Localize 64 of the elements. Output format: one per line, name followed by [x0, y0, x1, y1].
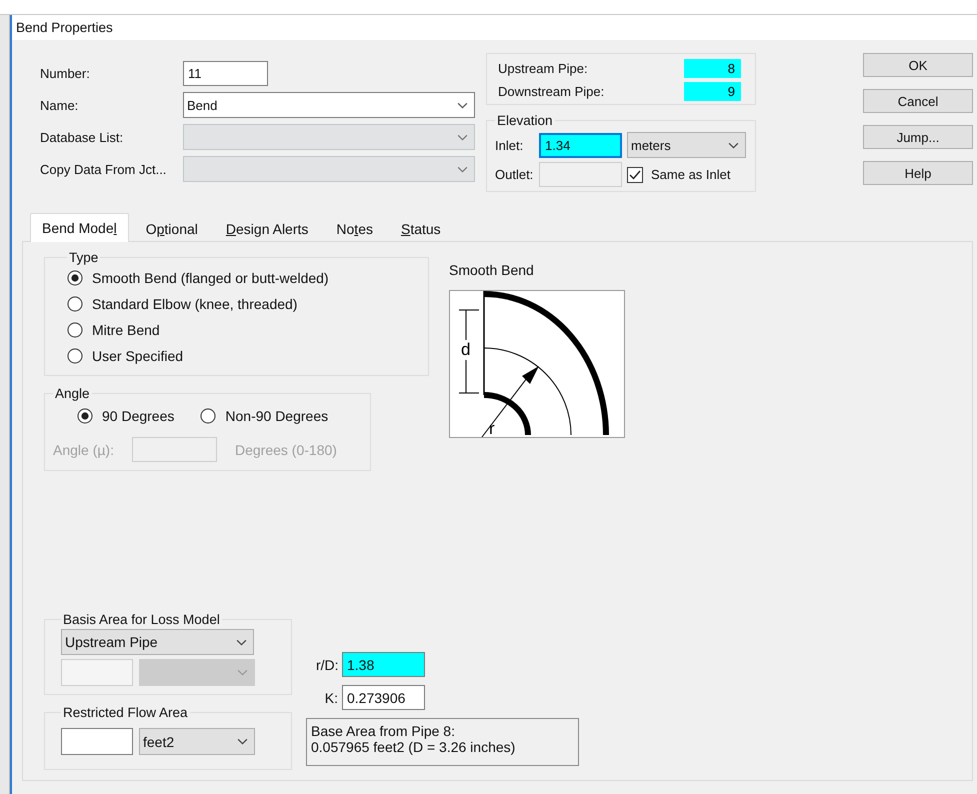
tab[interactable]: Status — [390, 217, 452, 241]
chevron-icon — [457, 166, 468, 172]
dialog-button[interactable]: Cancel — [863, 89, 973, 113]
tab[interactable]: Optional — [134, 217, 209, 241]
window-title: Bend Properties — [16, 20, 113, 35]
radio-label: Standard Elbow (knee, threaded) — [92, 296, 298, 312]
field-label: Outlet: — [495, 167, 534, 182]
field-label: Database List: — [40, 130, 124, 144]
radio-label: Smooth Bend (flanged or butt-welded) — [92, 270, 329, 286]
tab[interactable]: Design Alerts — [214, 217, 320, 241]
radio-label: User Specified — [92, 348, 184, 364]
pipe-label: Upstream Pipe: — [498, 61, 588, 76]
chevron-icon — [457, 134, 468, 140]
group-title: Restricted Flow Area — [62, 705, 189, 720]
chevron-icon — [457, 102, 468, 108]
chevron-icon — [237, 738, 248, 745]
unit-dropdown[interactable]: meters — [627, 132, 746, 158]
chevron-icon — [237, 669, 248, 676]
radio-button[interactable] — [67, 348, 83, 364]
checkbox-label: Same as Inlet — [651, 167, 730, 182]
dimension-label: d — [461, 340, 470, 359]
checkbox[interactable] — [627, 166, 643, 182]
radio-button[interactable] — [77, 408, 93, 424]
value-field[interactable]: 0.273906 — [342, 685, 425, 710]
dialog-button[interactable]: Jump... — [863, 125, 973, 149]
field-label: Name: — [40, 98, 80, 112]
dimension-label: r — [489, 419, 495, 438]
value-field[interactable]: 1.38 — [342, 652, 425, 677]
field-label: r/D: — [316, 656, 338, 672]
diagram-title: Smooth Bend — [449, 262, 535, 278]
pipe-label: Downstream Pipe: — [498, 84, 604, 99]
radio-button[interactable] — [67, 270, 83, 286]
dialog-button[interactable]: Help — [863, 161, 973, 185]
radio-label: Non-90 Degrees — [225, 408, 328, 424]
units-label: Degrees (0-180) — [234, 442, 337, 458]
basis-dropdown[interactable]: Upstream Pipe — [61, 629, 254, 655]
tab[interactable]: Bend Model — [30, 213, 129, 242]
radio-button[interactable] — [67, 296, 83, 312]
radio-button[interactable] — [67, 322, 83, 338]
group-title: Type — [68, 250, 100, 265]
chevron-icon — [236, 638, 247, 646]
number-field[interactable]: 11 — [183, 61, 268, 86]
chevron-icon — [728, 142, 739, 148]
group-title: Angle — [54, 386, 91, 401]
field-label: K: — [324, 690, 338, 706]
name-dropdown[interactable]: Bend — [183, 92, 475, 118]
inlet-field[interactable]: 1.34 — [539, 132, 622, 158]
field-label: Angle (µ): — [53, 442, 114, 458]
radio-label: Mitre Bend — [92, 322, 160, 338]
radio-button[interactable] — [200, 408, 216, 424]
tab[interactable]: Notes — [325, 217, 384, 241]
field-label: Inlet: — [495, 138, 524, 152]
radio-label: 90 Degrees — [102, 408, 174, 424]
info-text: 0.057965 feet2 (D = 3.26 inches) — [311, 739, 516, 755]
info-text: Base Area from Pipe 8: — [311, 723, 456, 739]
field-label: Copy Data From Jct... — [40, 162, 168, 176]
pipe-number: 9 — [684, 82, 741, 101]
group-title: Elevation — [496, 113, 554, 128]
pipe-number: 8 — [684, 59, 741, 78]
group-title: Basis Area for Loss Model — [62, 612, 221, 627]
unit-dropdown[interactable]: feet2 — [139, 728, 255, 755]
area-field[interactable] — [61, 728, 133, 755]
field-label: Number: — [40, 66, 91, 81]
dialog-button[interactable]: OK — [863, 53, 973, 77]
